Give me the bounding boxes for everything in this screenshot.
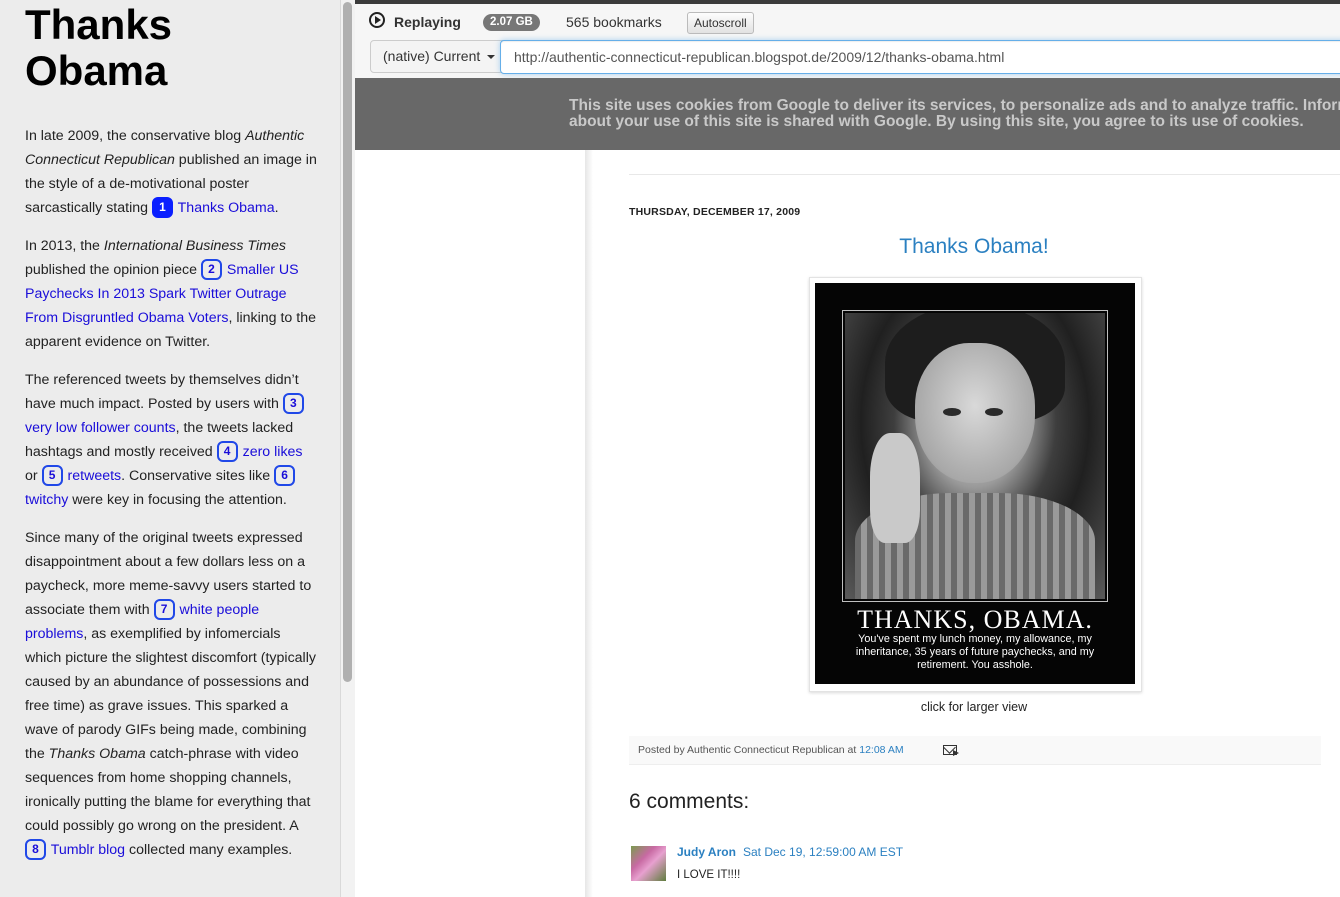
timestamp-select-label: (native) Current: [383, 48, 481, 64]
text: collected many examples.: [125, 842, 293, 858]
text: , as exemplified by infomercials which p…: [25, 626, 316, 762]
url-input[interactable]: http://authentic-connecticut-republican.…: [500, 40, 1340, 74]
narrative-paragraph-2: In 2013, the International Business Time…: [25, 234, 317, 354]
link-zero-likes[interactable]: zero likes: [243, 444, 303, 460]
poster-photo: [845, 313, 1105, 599]
image-caption: click for larger view: [920, 700, 1028, 714]
narrative-panel: Thanks Obama In late 2009, the conservat…: [0, 0, 340, 897]
post-date-header: THURSDAY, DECEMBER 17, 2009: [629, 206, 801, 218]
narrative-paragraph-4: Since many of the original tweets expres…: [25, 526, 317, 862]
link-twitchy[interactable]: twitchy: [25, 492, 68, 508]
cookie-notice: This site uses cookies from Google to de…: [355, 78, 1340, 150]
link-retweets[interactable]: retweets: [68, 468, 122, 484]
link-tumblr-blog[interactable]: Tumblr blog: [51, 842, 125, 858]
bookmark-badge-3[interactable]: 3: [282, 393, 304, 414]
bookmark-badge-5[interactable]: 5: [41, 465, 63, 486]
replay-viewer: Replaying 2.07 GB 565 bookmarks Autoscro…: [355, 0, 1340, 897]
avatar[interactable]: [631, 846, 666, 881]
text: were key in focusing the attention.: [68, 492, 287, 508]
bookmark-badge-8[interactable]: 8: [25, 839, 46, 860]
link-thanks-obama[interactable]: Thanks Obama: [178, 200, 275, 216]
play-icon[interactable]: [369, 12, 385, 28]
publication-name: International Business Times: [103, 238, 286, 254]
archive-size-badge: 2.07 GB: [483, 14, 540, 31]
text: published the opinion piece: [25, 262, 201, 278]
narrative-scrollbar-thumb[interactable]: [343, 2, 352, 682]
bookmark-badge-6[interactable]: 6: [274, 465, 296, 486]
poster-photo-frame: [842, 310, 1108, 602]
bookmark-badge-1[interactable]: 1: [151, 197, 173, 218]
post-image-link[interactable]: THANKS, OBAMA. You've spent my lunch mon…: [809, 277, 1142, 692]
column-divider: [585, 150, 593, 897]
comment-text: I LOVE IT!!!!: [677, 869, 741, 881]
text: In 2013, the: [25, 238, 104, 254]
email-post-icon[interactable]: [943, 745, 959, 756]
poster-title: THANKS, OBAMA.: [857, 605, 1093, 634]
divider: [629, 174, 1340, 175]
text: In late 2009, the conservative blog: [25, 128, 246, 144]
bookmark-badge-4[interactable]: 4: [216, 441, 238, 462]
link-low-follower-counts[interactable]: very low follower counts: [25, 420, 176, 436]
cookie-notice-line: This site uses cookies from Google to de…: [569, 97, 1340, 114]
narrative-title: Thanks Obama: [25, 1, 173, 94]
narrative-paragraph-1: In late 2009, the conservative blog Auth…: [25, 124, 317, 220]
text: . Conservative sites like: [121, 468, 275, 484]
bookmark-count: 565 bookmarks: [566, 14, 662, 30]
replay-status: Replaying: [394, 14, 461, 30]
chevron-down-icon: [487, 55, 496, 59]
text: .: [274, 200, 279, 216]
comments-heading: 6 comments:: [629, 790, 750, 813]
posted-by: Posted by Authentic Connecticut Republic…: [638, 744, 904, 756]
cookie-notice-text: This site uses cookies from Google to de…: [569, 98, 1340, 130]
catch-phrase: Thanks Obama: [48, 746, 146, 762]
post-timestamp-link[interactable]: 12:08 AM: [859, 744, 903, 756]
bookmark-badge-7[interactable]: 7: [153, 599, 175, 620]
comment-date-link[interactable]: Sat Dec 19, 12:59:00 AM EST: [743, 845, 903, 859]
replay-toolbar: Replaying 2.07 GB 565 bookmarks Autoscro…: [355, 0, 1340, 78]
cookie-notice-line: about your use of this site is shared wi…: [569, 113, 1304, 130]
post-title[interactable]: Thanks Obama!: [629, 235, 1319, 259]
comment-author-link[interactable]: Judy Aron: [677, 845, 736, 859]
text: or: [25, 468, 42, 484]
autoscroll-button[interactable]: Autoscroll: [687, 12, 754, 34]
posted-by-label: Posted by Authentic Connecticut Republic…: [638, 744, 860, 756]
timestamp-select[interactable]: (native) Current: [370, 40, 509, 73]
text: The referenced tweets by themselves didn…: [25, 372, 299, 412]
poster-body: You've spent my lunch money, my allowanc…: [855, 633, 1095, 671]
narrative-paragraph-3: The referenced tweets by themselves didn…: [25, 368, 317, 512]
bookmark-badge-2[interactable]: 2: [200, 259, 222, 280]
demotivational-poster: THANKS, OBAMA. You've spent my lunch mon…: [815, 283, 1135, 684]
post-footer: Posted by Authentic Connecticut Republic…: [629, 736, 1321, 765]
